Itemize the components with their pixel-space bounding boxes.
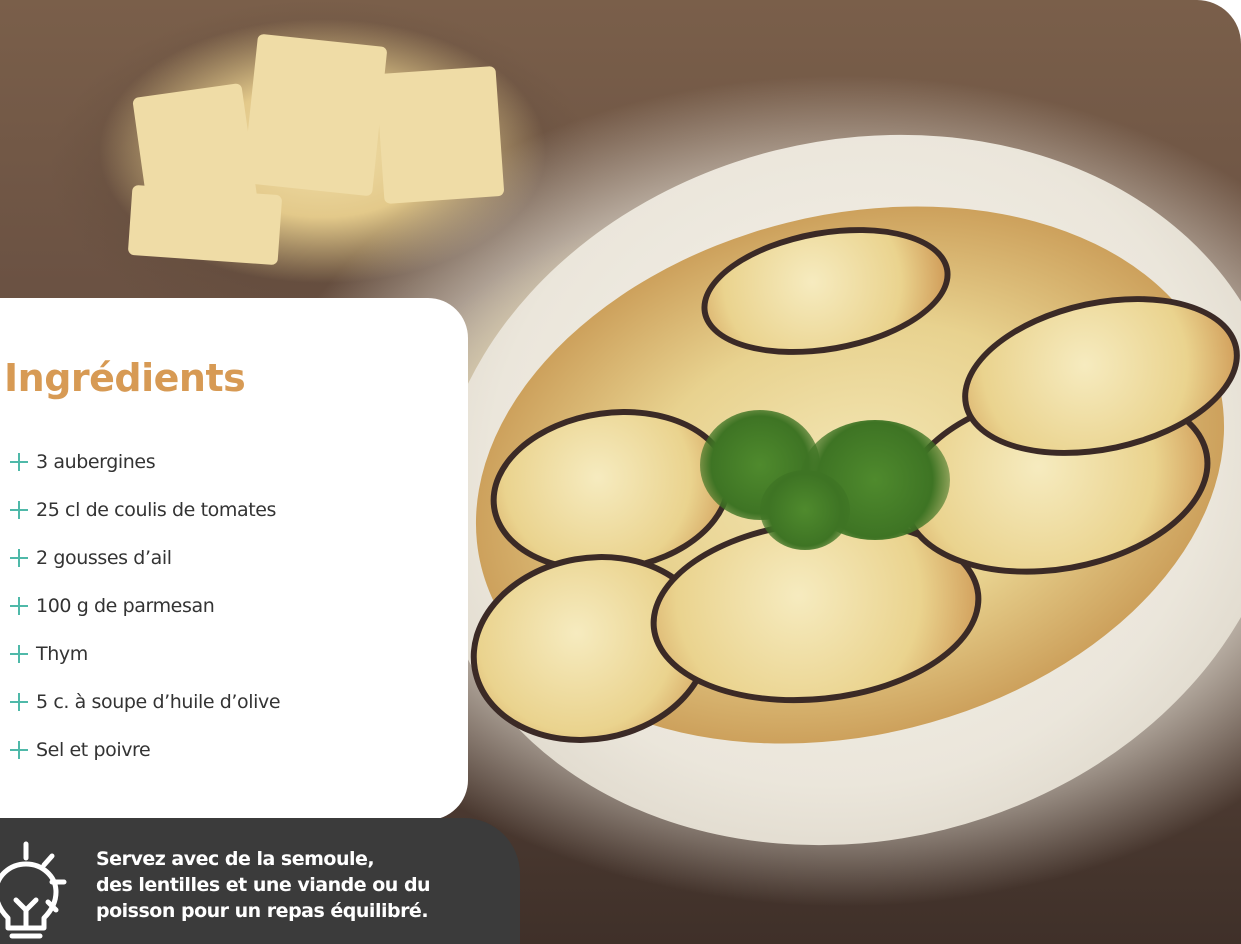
list-item: 3 aubergines: [8, 438, 280, 486]
plus-icon: [8, 451, 30, 473]
list-item: 25 cl de coulis de tomates: [8, 486, 280, 534]
plus-icon: [8, 691, 30, 713]
plus-icon: [8, 499, 30, 521]
plus-icon: [8, 643, 30, 665]
list-item: Thym: [8, 630, 280, 678]
ingredient-label: 3 aubergines: [36, 451, 156, 473]
tip-banner: Servez avec de la semoule, des lentilles…: [0, 818, 520, 944]
list-item: 5 c. à soupe d’huile d’olive: [8, 678, 281, 726]
lightbulb-icon: [0, 841, 67, 939]
ingredients-card: Ingrédients 3 aubergines 25 cl de coulis…: [0, 298, 468, 820]
ingredient-label: 2 gousses d’ail: [36, 547, 172, 569]
ingredients-title: Ingrédients: [4, 356, 246, 400]
tip-line: Servez avec de la semoule,: [96, 848, 375, 870]
plus-icon: [8, 547, 30, 569]
ingredient-label: 5 c. à soupe d’huile d’olive: [36, 691, 281, 713]
ingredient-label: 100 g de parmesan: [36, 595, 215, 617]
list-item: Sel et poivre: [8, 726, 280, 774]
ingredient-label: Sel et poivre: [36, 739, 151, 761]
tip-line: des lentilles et une viande ou du: [96, 874, 431, 896]
tip-text: Servez avec de la semoule, des lentilles…: [96, 846, 496, 924]
ingredient-label: 25 cl de coulis de tomates: [36, 499, 277, 521]
plus-icon: [8, 595, 30, 617]
list-item: 2 gousses d’ail: [8, 534, 280, 582]
list-item: 100 g de parmesan: [8, 582, 280, 630]
ingredients-list: 3 aubergines 25 cl de coulis de tomates …: [8, 438, 281, 774]
ingredient-label: Thym: [36, 643, 88, 665]
plus-icon: [8, 739, 30, 761]
tip-line: poisson pour un repas équilibré.: [96, 900, 429, 922]
